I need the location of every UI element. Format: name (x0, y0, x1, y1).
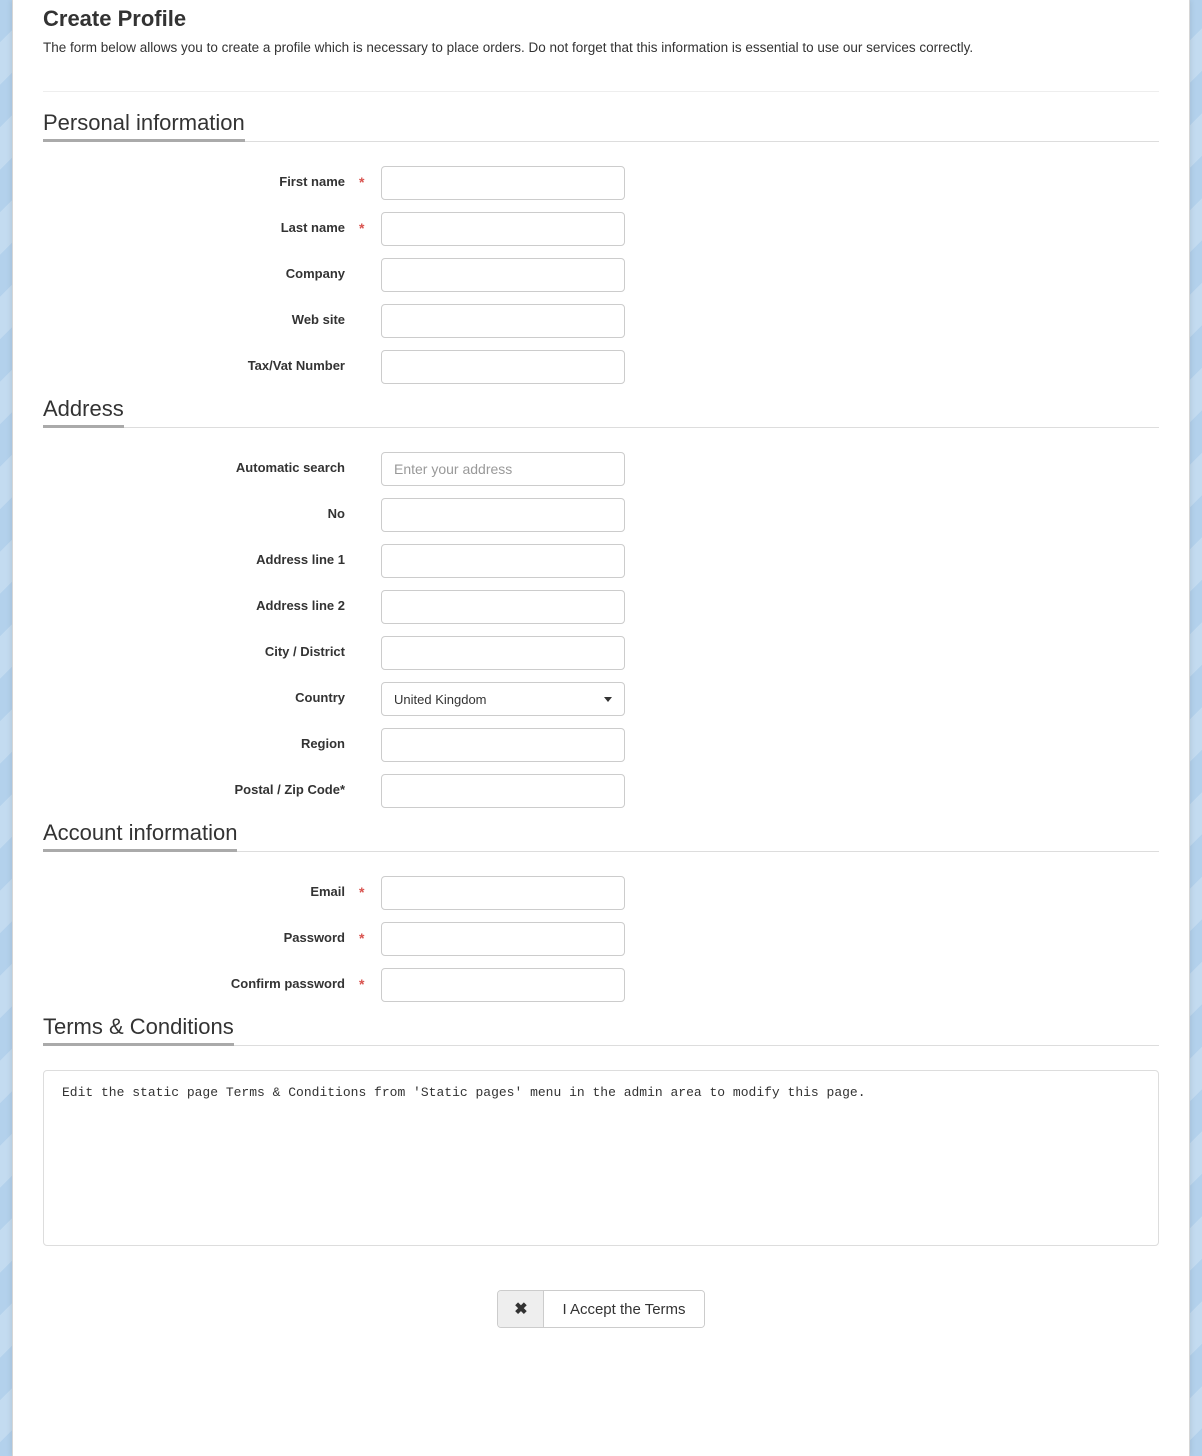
line1-input[interactable] (381, 544, 625, 578)
accept-terms-wrap: ✖ I Accept the Terms (43, 1290, 1159, 1328)
terms-text: Edit the static page Terms & Conditions … (43, 1070, 1159, 1246)
section-address: Address Automatic search No Address line… (43, 396, 1159, 808)
section-account-heading: Account information (43, 820, 237, 852)
section-account: Account information Email * Password * C… (43, 820, 1159, 1002)
section-terms-heading: Terms & Conditions (43, 1014, 234, 1046)
last-name-input[interactable] (381, 212, 625, 246)
first-name-input[interactable] (381, 166, 625, 200)
row-auto-search: Automatic search (43, 452, 1159, 486)
label-email: Email (43, 876, 359, 899)
row-website: Web site (43, 304, 1159, 338)
row-tax: Tax/Vat Number (43, 350, 1159, 384)
accept-terms-button[interactable]: I Accept the Terms (544, 1291, 703, 1327)
row-last-name: Last name * (43, 212, 1159, 246)
close-icon: ✖ (514, 1299, 527, 1319)
caret-down-icon (604, 697, 612, 702)
email-input[interactable] (381, 876, 625, 910)
required-mark: * (359, 884, 364, 900)
row-password: Password * (43, 922, 1159, 956)
label-tax: Tax/Vat Number (43, 350, 359, 373)
required-mark: * (359, 220, 364, 236)
row-region: Region (43, 728, 1159, 762)
section-personal-heading: Personal information (43, 110, 245, 142)
label-region: Region (43, 728, 359, 751)
website-input[interactable] (381, 304, 625, 338)
country-value: United Kingdom (394, 692, 487, 707)
city-input[interactable] (381, 636, 625, 670)
required-mark: * (359, 976, 364, 992)
country-select[interactable]: United Kingdom (381, 682, 625, 716)
label-password: Password (43, 922, 359, 945)
section-address-heading: Address (43, 396, 124, 428)
accept-toggle-button[interactable]: ✖ (498, 1291, 544, 1327)
label-company: Company (43, 258, 359, 281)
label-website: Web site (43, 304, 359, 327)
label-no: No (43, 498, 359, 521)
company-input[interactable] (381, 258, 625, 292)
row-city: City / District (43, 636, 1159, 670)
accept-terms-group: ✖ I Accept the Terms (497, 1290, 704, 1328)
required-mark: * (359, 174, 364, 190)
row-no: No (43, 498, 1159, 532)
row-country: Country United Kingdom (43, 682, 1159, 716)
label-confirm: Confirm password (43, 968, 359, 991)
row-first-name: First name * (43, 166, 1159, 200)
confirm-password-input[interactable] (381, 968, 625, 1002)
line2-input[interactable] (381, 590, 625, 624)
row-confirm: Confirm password * (43, 968, 1159, 1002)
tax-input[interactable] (381, 350, 625, 384)
page-container: Create Profile The form below allows you… (12, 0, 1190, 1456)
label-first-name: First name (43, 166, 359, 189)
password-input[interactable] (381, 922, 625, 956)
section-terms: Terms & Conditions Edit the static page … (43, 1014, 1159, 1246)
divider (43, 91, 1159, 92)
label-country: Country (43, 682, 359, 705)
required-mark: * (359, 930, 364, 946)
region-input[interactable] (381, 728, 625, 762)
section-personal: Personal information First name * Last n… (43, 110, 1159, 384)
row-line1: Address line 1 (43, 544, 1159, 578)
row-line2: Address line 2 (43, 590, 1159, 624)
row-email: Email * (43, 876, 1159, 910)
label-city: City / District (43, 636, 359, 659)
label-last-name: Last name (43, 212, 359, 235)
label-line2: Address line 2 (43, 590, 359, 613)
postal-input[interactable] (381, 774, 625, 808)
label-line1: Address line 1 (43, 544, 359, 567)
row-postal: Postal / Zip Code* (43, 774, 1159, 808)
label-auto-search: Automatic search (43, 452, 359, 475)
label-postal: Postal / Zip Code* (43, 774, 359, 797)
row-company: Company (43, 258, 1159, 292)
page-title: Create Profile (43, 0, 1159, 32)
no-input[interactable] (381, 498, 625, 532)
auto-search-input[interactable] (381, 452, 625, 486)
page-description: The form below allows you to create a pr… (43, 40, 1159, 55)
